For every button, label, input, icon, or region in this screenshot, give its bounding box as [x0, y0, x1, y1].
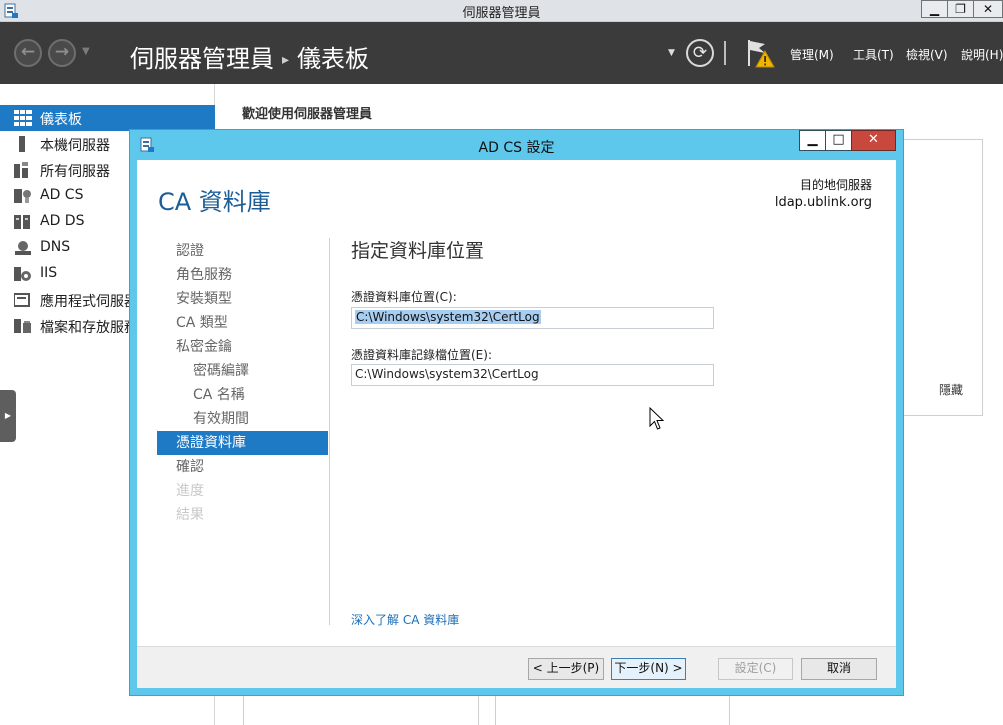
- window-restore-button[interactable]: ❐: [947, 0, 974, 18]
- mouse-cursor-icon: [649, 407, 665, 430]
- step-confirmation[interactable]: 確認: [157, 455, 328, 479]
- minimize-icon: ▁: [929, 2, 940, 16]
- dialog-footer: < 上一步(P) 下一步(N) > 設定(C) 取消: [137, 646, 896, 688]
- step-cryptography[interactable]: 密碼編譯: [157, 359, 328, 383]
- close-icon: ✕: [868, 132, 879, 147]
- adds-icon: [14, 215, 30, 229]
- step-setup-type[interactable]: 安裝類型: [157, 287, 328, 311]
- breadcrumb-page: 儀表板: [297, 45, 370, 73]
- step-role-services[interactable]: 角色服務: [157, 263, 328, 287]
- sidebar-item-dashboard[interactable]: 儀表板: [0, 105, 215, 131]
- header-dropdown-icon[interactable]: ▼: [668, 48, 675, 58]
- dialog-close-button[interactable]: ✕: [851, 130, 896, 151]
- sidebar-expand-handle[interactable]: ▶: [0, 390, 16, 442]
- header-divider: [724, 41, 726, 65]
- breadcrumb: 伺服器管理員 ▸ 儀表板: [130, 39, 369, 74]
- dns-icon: [15, 241, 31, 255]
- dialog-body: CA 資料庫 目的地伺服器 ldap.ublink.org 認證 角色服務 安裝…: [137, 160, 896, 688]
- section-title: 指定資料庫位置: [351, 240, 485, 262]
- forward-arrow-icon: →: [54, 42, 70, 62]
- notifications-flag-icon[interactable]: [745, 38, 775, 68]
- sidebar-item-label: IIS: [40, 265, 58, 281]
- refresh-button[interactable]: ⟳: [686, 39, 714, 67]
- server-icon: [19, 136, 25, 152]
- sidebar-item-label: 所有伺服器: [40, 164, 110, 180]
- next-button[interactable]: 下一步(N) >: [611, 658, 686, 680]
- learn-more-link[interactable]: 深入了解 CA 資料庫: [351, 611, 459, 628]
- steps-divider: [329, 238, 330, 625]
- dialog-maximize-button[interactable]: □: [825, 130, 852, 151]
- desktop: 伺服器管理員 ▁ ❐ ✕ ← → ▼ 伺服器管理員 ▸ 儀表板 ▼ ⟳ 管理(M) …: [0, 0, 1003, 725]
- dialog-heading: CA 資料庫: [158, 188, 271, 216]
- restore-icon: ❐: [955, 2, 966, 16]
- sidebar-item-label: 本機伺服器: [40, 138, 110, 154]
- maximize-icon: □: [832, 132, 845, 147]
- sidebar-item-label: 儀表板: [40, 112, 82, 128]
- window-title: 伺服器管理員: [462, 6, 541, 21]
- cancel-button[interactable]: 取消: [801, 658, 877, 680]
- step-ca-type[interactable]: CA 類型: [157, 311, 328, 335]
- refresh-icon: ⟳: [692, 43, 708, 63]
- window-titlebar: 伺服器管理員 ▁ ❐ ✕: [0, 0, 1003, 22]
- database-location-input[interactable]: C:\Windows\system32\CertLog: [351, 307, 714, 329]
- minimize-icon: ▁: [807, 132, 818, 147]
- back-button[interactable]: ←: [14, 39, 42, 67]
- previous-button[interactable]: < 上一步(P): [528, 658, 604, 680]
- hide-link[interactable]: 隱藏: [939, 381, 963, 398]
- server-manager-header: ← → ▼ 伺服器管理員 ▸ 儀表板 ▼ ⟳ 管理(M) 工具(T) 檢視(V) 說…: [0, 22, 1003, 84]
- destination-server-name: ldap.ublink.org: [774, 195, 872, 210]
- step-progress: 進度: [176, 483, 204, 499]
- dialog-titlebar: AD CS 設定 ▁ □ ✕: [130, 130, 903, 160]
- iis-icon: [14, 267, 31, 281]
- app-server-icon: [14, 293, 30, 307]
- sidebar-item-label: AD DS: [40, 213, 85, 229]
- adcs-config-dialog: AD CS 設定 ▁ □ ✕ CA 資料庫 目的地伺服器 ldap.ublink…: [129, 129, 904, 696]
- step-ca-name[interactable]: CA 名稱: [157, 383, 328, 407]
- step-private-key[interactable]: 私密金鑰: [157, 335, 328, 359]
- sidebar-item-label: 檔案和存放服務: [40, 320, 138, 336]
- dialog-title: AD CS 設定: [478, 140, 555, 156]
- dashboard-icon: [14, 110, 32, 126]
- close-icon: ✕: [982, 2, 994, 16]
- database-location-value: C:\Windows\system32\CertLog: [355, 310, 541, 324]
- menu-tools[interactable]: 工具(T): [853, 46, 894, 63]
- file-storage-icon: [14, 319, 31, 333]
- database-location-label: 憑證資料庫位置(C):: [351, 290, 457, 304]
- menu-view[interactable]: 檢視(V): [906, 46, 948, 63]
- history-dropdown-icon[interactable]: ▼: [82, 46, 90, 57]
- step-credentials[interactable]: 認證: [157, 239, 328, 263]
- welcome-heading: 歡迎使用伺服器管理員: [242, 107, 373, 122]
- menu-help[interactable]: 說明(H): [961, 46, 1003, 63]
- servers-icon: [14, 162, 28, 178]
- step-results: 結果: [176, 507, 204, 523]
- back-arrow-icon: ←: [20, 42, 36, 62]
- breadcrumb-app: 伺服器管理員: [130, 45, 274, 73]
- menu-manage[interactable]: 管理(M): [790, 46, 834, 63]
- sidebar-item-label: AD CS: [40, 187, 84, 203]
- step-validity-period[interactable]: 有效期間: [157, 407, 328, 431]
- step-certificate-database[interactable]: 憑證資料庫: [157, 431, 328, 455]
- log-location-input[interactable]: C:\Windows\system32\CertLog: [351, 364, 714, 386]
- configure-button: 設定(C): [718, 658, 793, 680]
- destination-server-label: 目的地伺服器: [799, 178, 872, 192]
- breadcrumb-separator-icon: ▸: [282, 52, 290, 68]
- expand-arrow-icon: ▶: [4, 411, 12, 420]
- log-location-value: C:\Windows\system32\CertLog: [355, 367, 539, 381]
- sidebar-item-label: DNS: [40, 239, 71, 255]
- adcs-icon: [14, 189, 31, 203]
- sidebar-item-label: 應用程式伺服器: [40, 294, 138, 310]
- window-close-button[interactable]: ✕: [973, 0, 1003, 18]
- log-location-label: 憑證資料庫記錄檔位置(E):: [351, 348, 492, 362]
- window-minimize-button[interactable]: ▁: [921, 0, 948, 18]
- forward-button[interactable]: →: [48, 39, 76, 67]
- dialog-minimize-button[interactable]: ▁: [799, 130, 826, 151]
- welcome-tile: [902, 139, 983, 416]
